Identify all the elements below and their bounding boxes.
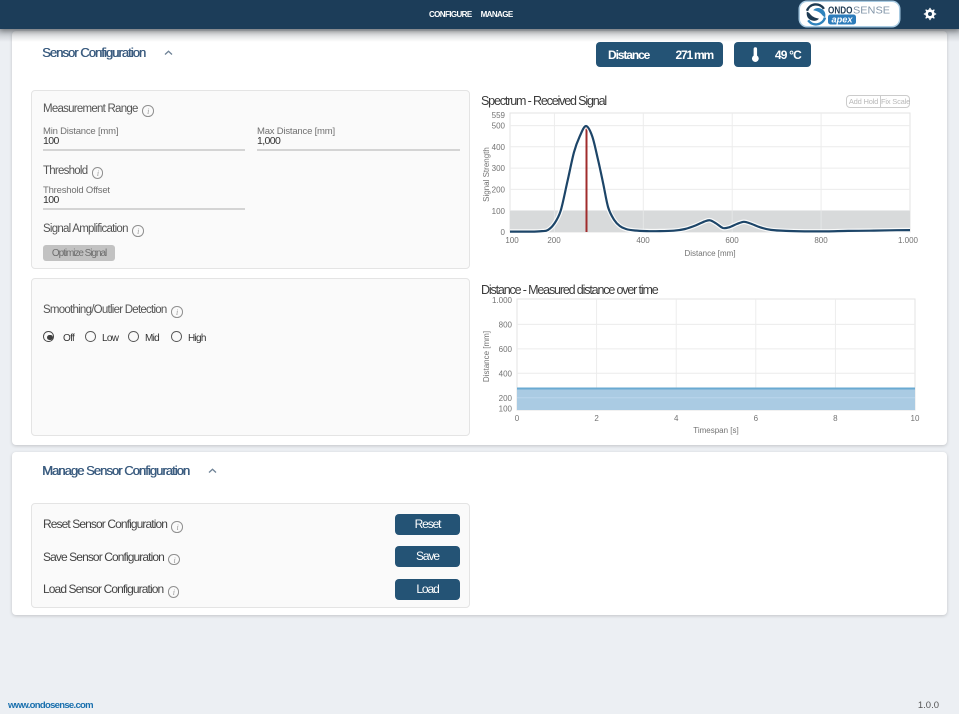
svg-text:100: 100 xyxy=(505,236,519,245)
svg-text:6: 6 xyxy=(754,414,759,423)
svg-text:Timespan [s]: Timespan [s] xyxy=(693,426,739,435)
svg-text:400: 400 xyxy=(499,370,513,379)
svg-text:100: 100 xyxy=(499,405,513,414)
svg-text:SENSE: SENSE xyxy=(853,6,890,17)
svg-text:600: 600 xyxy=(725,236,739,245)
svg-text:0: 0 xyxy=(515,414,520,423)
svg-text:Signal Strength: Signal Strength xyxy=(482,147,491,202)
svg-text:2: 2 xyxy=(594,414,599,423)
svg-text:10: 10 xyxy=(911,414,920,423)
svg-text:400: 400 xyxy=(492,143,506,152)
svg-text:800: 800 xyxy=(814,236,828,245)
svg-text:8: 8 xyxy=(833,414,838,423)
svg-text:600: 600 xyxy=(499,345,513,354)
svg-text:4: 4 xyxy=(674,414,679,423)
svg-text:Distance [mm]: Distance [mm] xyxy=(684,249,735,258)
svg-text:800: 800 xyxy=(499,321,513,330)
svg-text:559: 559 xyxy=(492,111,506,120)
svg-text:Distance [mm]: Distance [mm] xyxy=(482,331,491,382)
svg-text:apex: apex xyxy=(832,15,854,25)
svg-text:1.000: 1.000 xyxy=(898,236,919,245)
svg-text:200: 200 xyxy=(547,236,561,245)
svg-text:500: 500 xyxy=(492,122,506,131)
svg-text:200: 200 xyxy=(499,394,513,403)
svg-text:200: 200 xyxy=(492,186,506,195)
svg-text:300: 300 xyxy=(492,164,506,173)
svg-text:100: 100 xyxy=(492,207,506,216)
svg-text:1.000: 1.000 xyxy=(492,296,513,305)
svg-text:400: 400 xyxy=(636,236,650,245)
